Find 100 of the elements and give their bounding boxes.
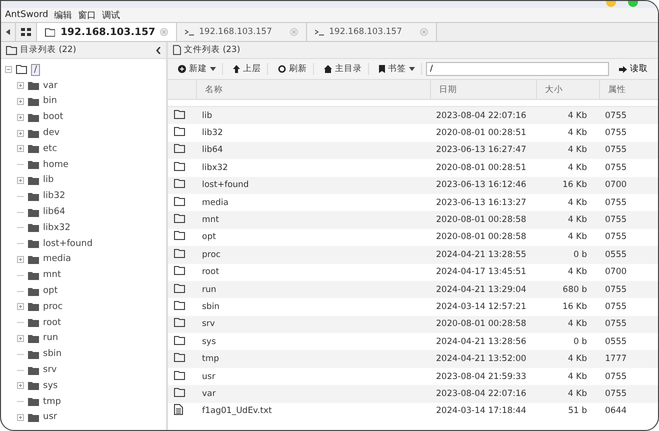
table-cell-text: 4 Kb xyxy=(566,198,588,208)
tree-item[interactable]: proc xyxy=(43,302,63,312)
table-cell-text: 0755 xyxy=(604,372,628,382)
tab[interactable]: 192.168.103.157 xyxy=(177,23,307,41)
folder-icon xyxy=(174,196,185,206)
tree-item[interactable]: sbin xyxy=(43,349,62,360)
expand-toggle[interactable] xyxy=(17,303,24,310)
tree-item[interactable]: lib32 xyxy=(43,191,66,202)
column-header[interactable]: 日期 xyxy=(430,80,536,99)
folder-icon xyxy=(174,318,185,328)
tab[interactable]: 192.168.103.157 xyxy=(37,23,177,41)
menu-item[interactable]: AntSword xyxy=(5,10,48,20)
tree-item[interactable]: boot xyxy=(43,112,64,122)
table-cell-text: mnt xyxy=(201,215,220,226)
folder-icon xyxy=(174,144,185,154)
column-header[interactable]: 大小 xyxy=(536,80,599,99)
table-cell-text: 0755 xyxy=(604,162,628,173)
column-header[interactable]: 名称 xyxy=(196,80,430,99)
expand-toggle[interactable] xyxy=(17,382,24,390)
table-cell-text: tmp xyxy=(201,354,220,364)
folder-icon xyxy=(28,160,39,170)
folder-icon xyxy=(174,370,185,380)
expand-toggle[interactable] xyxy=(17,98,24,105)
tree-item[interactable]: media xyxy=(43,254,72,264)
expand-toggle[interactable] xyxy=(17,256,24,263)
expand-toggle[interactable] xyxy=(17,114,24,121)
tree-item[interactable]: lib64 xyxy=(43,207,66,218)
folder-icon xyxy=(6,46,17,54)
tree-item[interactable]: libx32 xyxy=(43,222,70,233)
refresh-icon xyxy=(278,65,286,73)
toolbar-button[interactable]: 上层 xyxy=(227,63,268,75)
menu-item[interactable]: 调试 xyxy=(102,8,120,22)
folder-icon xyxy=(45,28,56,36)
table-cell-text: 2020-08-01 00:28:58 xyxy=(435,232,528,242)
close-icon[interactable] xyxy=(160,28,168,36)
folder-icon xyxy=(174,266,185,276)
toolbar-button[interactable]: 书签 xyxy=(373,63,422,75)
folder-icon xyxy=(28,397,39,406)
terminal-icon xyxy=(185,28,194,36)
toolbar-button[interactable]: 主目录 xyxy=(318,63,369,75)
collapse-icon[interactable] xyxy=(156,46,161,54)
table-cell-text: 0755 xyxy=(604,284,628,295)
folder-icon xyxy=(28,318,39,328)
toolbar-button[interactable]: 刷新 xyxy=(272,63,314,75)
tree-item[interactable]: etc xyxy=(43,144,58,154)
tree-item[interactable]: lost+found xyxy=(43,238,93,249)
table-cell-text: 0755 xyxy=(604,198,628,208)
folder-icon xyxy=(174,127,185,136)
tree-item[interactable]: home xyxy=(43,160,69,170)
tree-item[interactable]: root xyxy=(43,318,62,328)
expand-toggle[interactable] xyxy=(17,130,24,137)
tree-item[interactable]: bin xyxy=(43,96,57,106)
close-icon[interactable] xyxy=(420,28,428,36)
collapse-toggle[interactable] xyxy=(5,66,12,74)
close-icon[interactable] xyxy=(290,28,298,36)
tree-item[interactable]: usr xyxy=(43,412,58,422)
table-cell-text: 2023-08-04 21:59:33 xyxy=(435,372,528,382)
tree-item[interactable]: lib xyxy=(43,175,54,186)
folder-icon xyxy=(174,231,185,240)
table-cell-text: 16 Kb xyxy=(562,302,588,312)
menu-item[interactable]: 窗口 xyxy=(78,8,96,22)
folder-icon xyxy=(28,254,39,264)
table-cell-text: lib64 xyxy=(201,145,224,156)
tree-item[interactable]: srv xyxy=(43,365,57,376)
tree-item[interactable]: tmp xyxy=(43,396,62,407)
caret-left-icon[interactable] xyxy=(6,29,10,35)
folder-icon xyxy=(174,300,185,310)
expand-toggle[interactable] xyxy=(17,414,24,421)
grid-icon[interactable] xyxy=(21,28,31,36)
expand-toggle[interactable] xyxy=(17,334,24,342)
table-cell-text: opt xyxy=(201,232,217,242)
expand-toggle[interactable] xyxy=(17,145,24,152)
folder-icon xyxy=(28,81,39,90)
tree-item[interactable]: var xyxy=(43,80,58,91)
tree-item[interactable]: opt xyxy=(43,286,58,296)
menu-item[interactable]: 编辑 xyxy=(54,8,72,22)
folder-icon xyxy=(174,162,185,171)
tree-item[interactable]: mnt xyxy=(43,270,61,280)
tree-item[interactable]: sys xyxy=(43,380,58,391)
expand-toggle[interactable] xyxy=(17,176,24,184)
home-icon xyxy=(324,65,332,73)
path-field[interactable]: / xyxy=(426,62,609,76)
tab[interactable]: 192.168.103.157 xyxy=(307,23,437,41)
folder-icon xyxy=(28,112,39,122)
table-cell-text: lost+found xyxy=(201,180,250,190)
expand-toggle[interactable] xyxy=(17,82,24,90)
folder-icon xyxy=(174,214,185,224)
tree-item[interactable]: run xyxy=(43,333,58,344)
table-cell-text: run xyxy=(201,284,218,295)
toolbar-button[interactable]: 新建 xyxy=(172,63,223,75)
tree-item[interactable]: / xyxy=(31,64,40,76)
table-cell-text: sbin xyxy=(201,302,221,312)
table-cell-text: 4 Kb xyxy=(566,145,588,156)
table-cell-text: lib32 xyxy=(201,128,224,138)
column-header[interactable]: 属性 xyxy=(599,80,658,99)
table-cell-text: 1777 xyxy=(604,354,628,364)
tree-item[interactable]: dev xyxy=(43,128,60,138)
table-cell-text: 2020-08-01 00:28:58 xyxy=(435,215,528,226)
table-cell-text: 2024-04-21 13:29:04 xyxy=(435,284,528,295)
read-button[interactable]: 读取 xyxy=(613,62,654,76)
